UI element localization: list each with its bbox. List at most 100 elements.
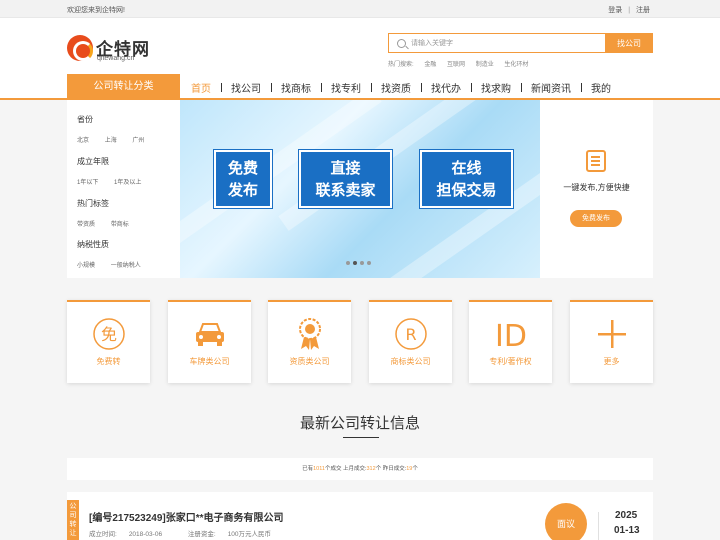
stats-text: 已有 xyxy=(302,466,314,472)
free-publish-button[interactable]: 免费发布 xyxy=(570,210,622,227)
divider xyxy=(598,512,599,540)
carousel-dot-active[interactable] xyxy=(353,261,357,265)
listing-title[interactable]: [编号217523249]张家口**电子商务有限公司 xyxy=(89,509,284,524)
search-bar: 找公司 xyxy=(388,33,653,53)
logo-mark-icon xyxy=(67,35,93,61)
filter-option[interactable]: 小规模 xyxy=(77,263,95,269)
category-menu-button[interactable]: 公司转让分类 xyxy=(67,74,180,100)
filter-option[interactable]: 上海 xyxy=(105,138,117,144)
category-more[interactable]: 更多 xyxy=(570,300,653,383)
logo-domain: qitewang.cn xyxy=(97,55,135,62)
category-patent[interactable]: ID 专利/著作权 xyxy=(469,300,552,383)
nav-item-home[interactable]: 首页 xyxy=(181,80,221,95)
carousel-dot[interactable] xyxy=(367,261,371,265)
listing-item[interactable]: 公司转让 [编号217523249]张家口**电子商务有限公司 成立时间: 201… xyxy=(67,492,653,540)
nav-item-qualifications[interactable]: 找资质 xyxy=(371,80,421,95)
filter-title: 纳税性质 xyxy=(77,240,109,249)
nav-item-news[interactable]: 新闻资讯 xyxy=(521,80,581,95)
registered-trademark-icon: R xyxy=(395,318,427,350)
plus-icon xyxy=(598,320,626,348)
stats-text: 个成交 上月成交: xyxy=(324,466,367,472)
filter-group-province: 省份 北京 上海 广州 xyxy=(77,114,158,144)
promo-banner[interactable]: 免费 发布 直接 联系卖家 在线 担保交易 xyxy=(180,100,540,278)
banner-box-line: 在线 xyxy=(451,160,482,177)
car-icon xyxy=(196,323,224,346)
top-bar: 欢迎您来到企特网! 登录 | 注册 xyxy=(0,0,720,18)
award-ribbon-icon xyxy=(299,318,321,350)
capital-value: 100万元人民币 xyxy=(227,531,272,538)
section-title: 最新公司转让信息 xyxy=(299,415,420,432)
deal-stats: 已有1011个成交 上月成交:312个 昨日成交:19个 xyxy=(67,458,653,480)
capital-label: 注册资金: xyxy=(187,531,216,538)
nav-item-trademarks[interactable]: 找商标 xyxy=(271,80,321,95)
filter-title: 成立年限 xyxy=(77,157,109,166)
category-label: 专利/著作权 xyxy=(489,357,532,366)
hot-search: 热门搜索: 金融 互联网 制造业 生化环材 xyxy=(388,59,537,68)
free-badge-icon: 免 xyxy=(93,318,125,350)
hot-search-term[interactable]: 互联网 xyxy=(447,62,465,68)
nav-item-agency[interactable]: 找代办 xyxy=(421,80,471,95)
category-label: 免费转 xyxy=(96,357,121,366)
category-label: 车牌类公司 xyxy=(189,357,230,366)
hot-search-term[interactable]: 生化环材 xyxy=(504,62,528,68)
filter-title: 省份 xyxy=(77,115,93,124)
category-label: 更多 xyxy=(603,357,620,366)
carousel-dot[interactable] xyxy=(360,261,364,265)
document-edit-icon xyxy=(586,150,606,172)
listing-tag: 公司转让 xyxy=(67,500,79,540)
nav-item-companies[interactable]: 找公司 xyxy=(221,80,271,95)
banner-box-line: 联系卖家 xyxy=(315,182,376,199)
login-link[interactable]: 登录 xyxy=(608,7,622,14)
established-date: 2018-03-06 xyxy=(128,531,163,538)
category-free-transfer[interactable]: 免 免费转 xyxy=(67,300,150,383)
link-separator: | xyxy=(628,7,631,14)
svg-text:免: 免 xyxy=(101,325,117,344)
banner-box-escrow: 在线 担保交易 xyxy=(419,149,514,209)
filter-option[interactable]: 1年以下 xyxy=(77,180,98,186)
publish-panel: 一键发布,方便快捷 免费发布 xyxy=(540,100,653,278)
stats-text: 个 昨日成交: xyxy=(375,466,407,472)
search-button[interactable]: 找公司 xyxy=(605,33,653,53)
banner-box-contact: 直接 联系卖家 xyxy=(298,149,393,209)
category-trademark[interactable]: R 商标类公司 xyxy=(369,300,452,383)
filter-option[interactable]: 广州 xyxy=(132,138,144,144)
account-links: 登录 | 注册 xyxy=(604,5,650,15)
stats-total: 1011 xyxy=(313,466,325,472)
nav-items: 首页 找公司 找商标 找专利 找资质 找代办 找求购 新闻资讯 我的 xyxy=(181,74,621,100)
filter-option[interactable]: 带商标 xyxy=(111,222,129,228)
banner-box-line: 担保交易 xyxy=(436,182,497,199)
hot-search-term[interactable]: 金融 xyxy=(424,62,436,68)
filter-group-tags: 热门标签 带资质 带商标 xyxy=(77,198,143,228)
stats-last-month: 312 xyxy=(366,466,376,472)
negotiate-button[interactable]: 面议 xyxy=(545,503,587,540)
filter-option[interactable]: 北京 xyxy=(77,138,89,144)
filter-option[interactable]: 一般纳税人 xyxy=(111,263,141,269)
established-label: 成立时间: xyxy=(89,531,117,538)
hot-search-label: 热门搜索: xyxy=(388,62,414,68)
carousel-dots xyxy=(346,261,374,265)
carousel-dot[interactable] xyxy=(346,261,350,265)
stats-text: 个 xyxy=(412,466,418,472)
filter-group-tax: 纳税性质 小规模 一般纳税人 xyxy=(77,239,155,269)
category-qualification[interactable]: 资质类公司 xyxy=(268,300,351,383)
banner-box-line: 直接 xyxy=(330,160,361,177)
nav-item-wanted[interactable]: 找求购 xyxy=(471,80,521,95)
category-label: 商标类公司 xyxy=(390,357,431,366)
filter-sidebar: 省份 北京 上海 广州 成立年限 1年以下 1年及以上 热门标签 带资质 带商标… xyxy=(67,100,180,278)
search-icon xyxy=(397,39,406,48)
listing-meta: 成立时间: 2018-03-06 注册资金: 100万元人民币 xyxy=(89,528,295,538)
svg-text:R: R xyxy=(405,325,416,344)
nav-item-mine[interactable]: 我的 xyxy=(581,80,621,95)
register-link[interactable]: 注册 xyxy=(636,7,650,14)
id-icon: ID xyxy=(495,319,527,352)
publish-slogan: 一键发布,方便快捷 xyxy=(563,183,630,192)
filter-option[interactable]: 带资质 xyxy=(77,222,95,228)
site-logo[interactable]: 企特网 qitewang.cn xyxy=(67,35,157,65)
hot-search-term[interactable]: 制造业 xyxy=(476,62,494,68)
nav-item-patents[interactable]: 找专利 xyxy=(321,80,371,95)
category-car-plate[interactable]: 车牌类公司 xyxy=(168,300,251,383)
banner-box-line: 免费 xyxy=(227,160,258,177)
search-input[interactable] xyxy=(411,36,601,50)
filter-option[interactable]: 1年及以上 xyxy=(114,180,141,186)
listing-year: 2025 xyxy=(615,510,638,521)
